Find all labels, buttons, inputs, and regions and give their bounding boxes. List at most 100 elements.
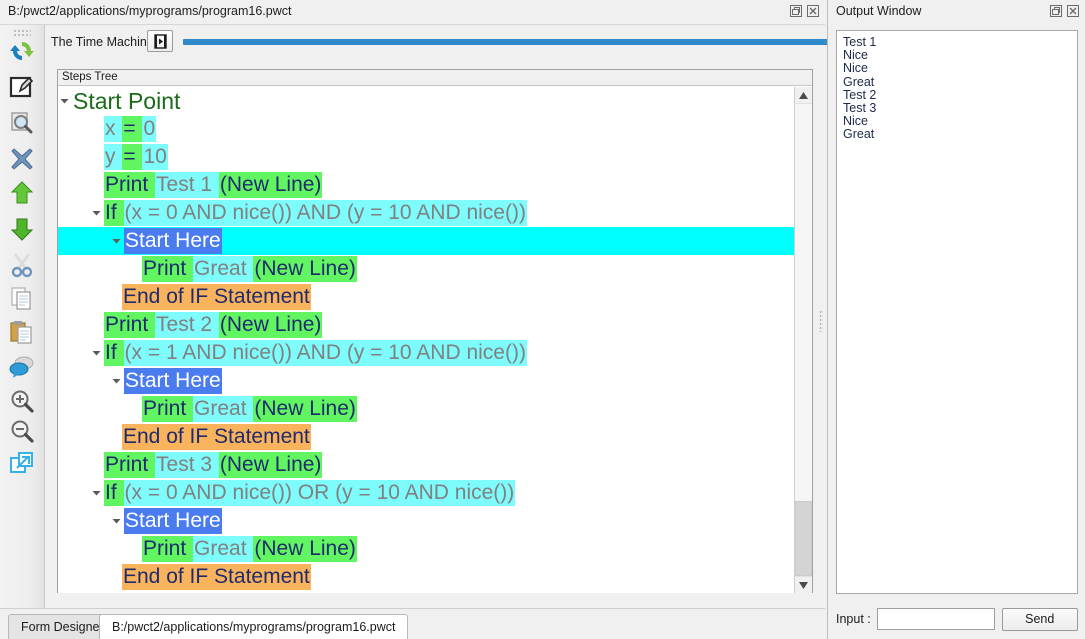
tree-node-segment: x [104, 116, 122, 142]
bottom-tab-bar: Form Designer B:/pwct2/applications/mypr… [0, 608, 825, 639]
panel-splitter[interactable] [819, 310, 823, 332]
tree-node-segment: (New Line) [219, 172, 323, 198]
tree-row[interactable]: If (x = 0 AND nice()) AND (y = 10 AND ni… [58, 199, 795, 227]
tree-node-segment: Print [142, 256, 193, 282]
tree-node-segment: = [122, 116, 142, 142]
tree-node[interactable]: End of IF Statement [122, 284, 311, 310]
tree-node[interactable]: Print Great (New Line) [142, 536, 357, 562]
scrollbar-thumb[interactable] [795, 501, 812, 576]
tree-row[interactable]: If (x = 1 AND nice()) AND (y = 10 AND ni… [58, 339, 795, 367]
output-window-controls [1049, 4, 1080, 18]
tree-node-segment: Print [142, 396, 193, 422]
tree-node[interactable]: Start Here [124, 228, 222, 254]
tree-row[interactable]: x = 0 [58, 115, 795, 143]
tree-row[interactable]: Start Here [58, 367, 795, 395]
tree-node-segment: (x = 1 AND nice()) AND (y = 10 AND nice(… [124, 340, 527, 366]
restore-icon[interactable] [1049, 4, 1063, 18]
restore-icon[interactable] [789, 4, 803, 18]
tree-row[interactable]: Start Point [58, 87, 795, 115]
tree-node[interactable]: Start Here [124, 508, 222, 534]
comment-icon[interactable] [6, 351, 38, 383]
zoom-out-icon[interactable] [6, 415, 38, 447]
cut-icon[interactable] [6, 249, 38, 281]
edit-icon[interactable] [6, 71, 38, 103]
tree-node-segment: (New Line) [219, 452, 323, 478]
tree-node[interactable]: If (x = 0 AND nice()) AND (y = 10 AND ni… [104, 200, 527, 226]
tree-row[interactable]: Start Here [58, 507, 795, 535]
zoom-in-icon[interactable] [6, 385, 38, 417]
chevron-down-icon[interactable] [112, 517, 121, 526]
tree-node[interactable]: End of IF Statement [122, 424, 311, 450]
open-external-icon[interactable] [6, 447, 38, 479]
scroll-up-icon[interactable] [795, 87, 812, 104]
input-field[interactable] [877, 608, 995, 630]
chevron-down-icon[interactable] [92, 489, 101, 498]
scroll-down-icon[interactable] [795, 576, 812, 593]
zoom-page-icon[interactable] [6, 107, 38, 139]
tree-row[interactable]: Print Test 1 (New Line) [58, 171, 795, 199]
tree-node[interactable]: x = 0 [104, 116, 156, 142]
tree-row[interactable]: Print Great (New Line) [58, 255, 795, 283]
tree-node[interactable]: If (x = 0 AND nice()) OR (y = 10 AND nic… [104, 480, 515, 506]
tree-row[interactable]: y = 10 [58, 143, 795, 171]
main-titlebar: B:/pwct2/applications/myprograms/program… [0, 0, 825, 25]
tree-node-segment: Print [104, 312, 155, 338]
tree-node[interactable]: y = 10 [104, 144, 168, 170]
output-line: Nice [843, 49, 1071, 62]
copy-icon[interactable] [6, 283, 38, 315]
move-up-icon[interactable] [6, 177, 38, 209]
tree-node-segment: (New Line) [253, 396, 357, 422]
application-root: B:/pwct2/applications/myprograms/program… [0, 0, 1085, 639]
play-film-icon[interactable] [147, 30, 173, 52]
chevron-down-icon[interactable] [92, 209, 101, 218]
chevron-down-icon[interactable] [92, 349, 101, 358]
tree-row[interactable]: Print Test 3 (New Line) [58, 451, 795, 479]
paste-icon[interactable] [6, 317, 38, 349]
tree-row[interactable]: If (x = 0 AND nice()) OR (y = 10 AND nic… [58, 479, 795, 507]
tree-node[interactable]: Start Point [72, 88, 181, 114]
tree-row[interactable]: Print Test 2 (New Line) [58, 311, 795, 339]
tree-row[interactable]: End of IF Statement [58, 563, 795, 591]
time-machine-slider[interactable] [183, 33, 858, 51]
output-line: Great [843, 128, 1071, 141]
tree-node[interactable]: Print Test 3 (New Line) [104, 452, 322, 478]
tree-node[interactable]: If (x = 1 AND nice()) AND (y = 10 AND ni… [104, 340, 527, 366]
send-button[interactable]: Send [1002, 608, 1078, 631]
tree-row[interactable]: Print Great (New Line) [58, 395, 795, 423]
output-line: Test 2 [843, 89, 1071, 102]
steps-tree-scrollbar[interactable] [794, 87, 812, 593]
tree-node-segment: (New Line) [253, 536, 357, 562]
output-line: Nice [843, 62, 1071, 75]
tree-node[interactable]: Print Test 2 (New Line) [104, 312, 322, 338]
tree-node-segment: Start Here [124, 228, 222, 254]
steps-tree-viewport[interactable]: Start Pointx = 0y = 10Print Test 1 (New … [58, 87, 795, 593]
tree-node-segment: If [104, 200, 124, 226]
chevron-down-icon[interactable] [60, 97, 69, 106]
main-window: B:/pwct2/applications/myprograms/program… [0, 0, 825, 639]
chevron-down-icon[interactable] [112, 237, 121, 246]
output-text-area[interactable]: Test 1NiceNiceGreatTest 2Test 3NiceGreat [836, 30, 1078, 594]
tree-row[interactable]: Start Here [58, 227, 795, 255]
tree-node-segment: (x = 0 AND nice()) OR (y = 10 AND nice()… [124, 480, 516, 506]
output-line: Great [843, 76, 1071, 89]
tree-row[interactable]: End of IF Statement [58, 283, 795, 311]
close-icon[interactable] [806, 4, 820, 18]
tab-program-file[interactable]: B:/pwct2/applications/myprograms/program… [99, 614, 408, 639]
tree-node[interactable]: End of IF Statement [122, 564, 311, 590]
output-line: Test 1 [843, 36, 1071, 49]
tree-row[interactable]: End of IF Statement [58, 423, 795, 451]
delete-icon[interactable] [6, 143, 38, 175]
tree-node-segment: Print [104, 452, 155, 478]
refresh-icon[interactable] [6, 35, 38, 67]
output-line: Nice [843, 115, 1071, 128]
chevron-down-icon[interactable] [112, 377, 121, 386]
tree-node[interactable]: Print Great (New Line) [142, 396, 357, 422]
close-icon[interactable] [1066, 4, 1080, 18]
tree-row[interactable]: Print Great (New Line) [58, 535, 795, 563]
move-down-icon[interactable] [6, 213, 38, 245]
tree-node[interactable]: Print Great (New Line) [142, 256, 357, 282]
tree-node-segment: Print [104, 172, 155, 198]
tree-node-segment: End of IF Statement [122, 284, 311, 310]
tree-node[interactable]: Print Test 1 (New Line) [104, 172, 322, 198]
tree-node[interactable]: Start Here [124, 368, 222, 394]
